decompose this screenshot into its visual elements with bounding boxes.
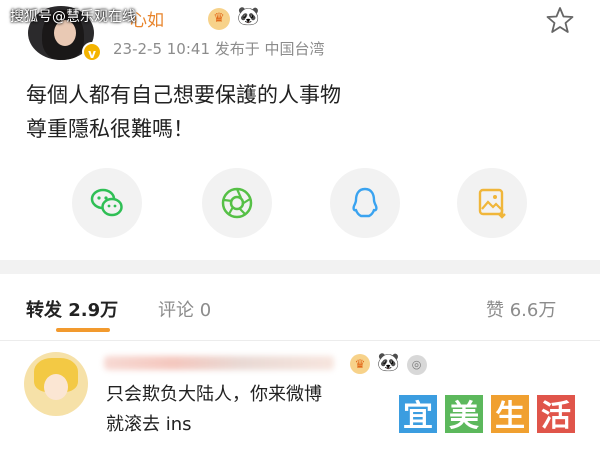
commenter-badges: ♛ 🐼 ◎ (350, 352, 427, 375)
post-line: 尊重隱私很難嗎！ (26, 117, 194, 141)
source-watermark: 搜狐号@慧乐观在线 (10, 9, 136, 25)
save-image-button[interactable] (457, 168, 527, 238)
wechat-icon (90, 188, 123, 217)
star-icon[interactable] (546, 6, 574, 34)
share-moments-button[interactable] (202, 168, 272, 238)
divider (0, 340, 600, 341)
moments-icon (221, 187, 253, 219)
crown-icon: ♛ (350, 354, 370, 374)
post-meta: 23-2-5 10:41 发布于 中国台湾 (113, 40, 325, 58)
logo-char: 活 (534, 392, 578, 436)
interaction-tabs: 转发 2.9万 评论 0 赞 6.6万 (0, 286, 600, 332)
logo-char: 生 (488, 392, 532, 436)
logo-char: 美 (442, 392, 486, 436)
verified-badge: v (82, 42, 102, 62)
qq-icon (352, 187, 378, 218)
share-qq-button[interactable] (330, 168, 400, 238)
section-gap (0, 260, 600, 274)
panda-icon: 🐼 (377, 352, 400, 373)
logo-char: 宜 (396, 392, 440, 436)
commenter-avatar[interactable] (24, 352, 88, 416)
user-badges: ♛ 🐼 (208, 6, 260, 30)
logo-watermark: 宜美生活 (396, 392, 580, 436)
post-line: 每個人都有自己想要保護的人事物 (26, 83, 341, 107)
active-tab-indicator (56, 328, 110, 332)
commenter-name-redacted (104, 356, 334, 370)
comment-line: 就滚去 ins (106, 414, 192, 435)
comment-line: 只会欺负大陆人，你来微博 (106, 384, 322, 405)
tab-repost[interactable]: 转发 2.9万 (26, 296, 118, 322)
tab-like[interactable]: 赞 6.6万 (486, 296, 556, 322)
panda-icon: 🐼 (237, 6, 260, 27)
tab-comment[interactable]: 评论 0 (158, 296, 211, 322)
crown-icon: ♛ (208, 8, 230, 30)
share-wechat-button[interactable] (72, 168, 142, 238)
comment-content: 只会欺负大陆人，你来微博 就滚去 ins (106, 380, 406, 440)
share-row (72, 168, 532, 240)
medal-icon: ◎ (406, 355, 427, 375)
post-content: 每個人都有自己想要保護的人事物 尊重隱私很難嗎！ (26, 78, 341, 146)
save-image-icon (478, 188, 506, 219)
